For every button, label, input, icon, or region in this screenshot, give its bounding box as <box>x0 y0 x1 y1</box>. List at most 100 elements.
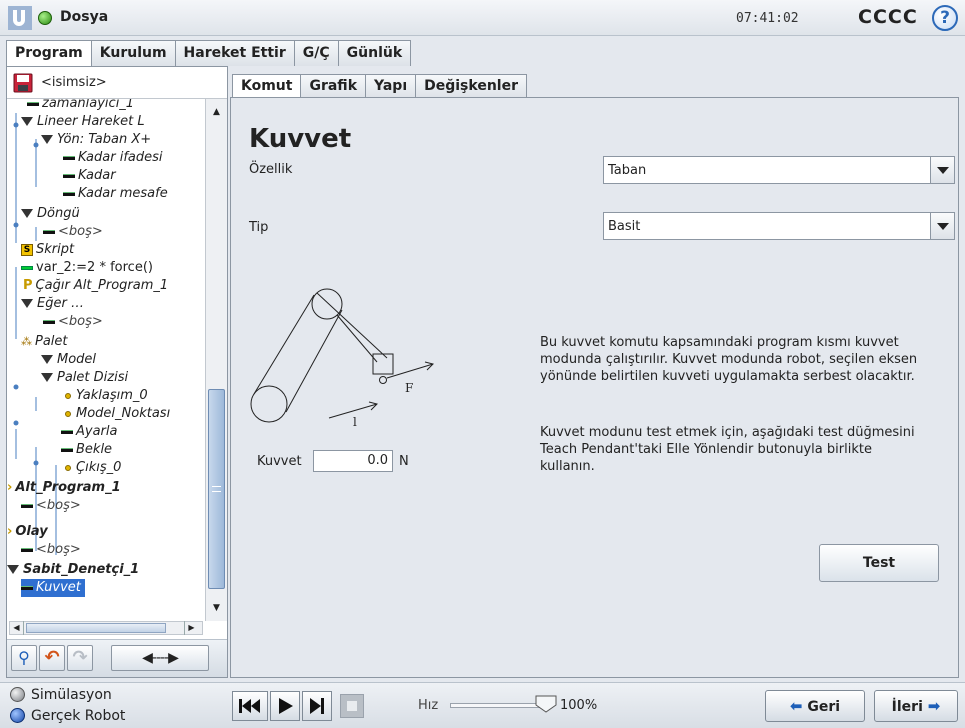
scroll-left-icon[interactable]: ◀ <box>10 621 24 635</box>
scroll-up-icon[interactable]: ▲ <box>206 103 227 121</box>
tree-node-movel[interactable]: Lineer Hareket L <box>21 113 145 131</box>
save-icon[interactable] <box>13 73 33 93</box>
tree-node-force-selected[interactable]: Kuvvet <box>21 579 85 597</box>
simulation-mode-option[interactable]: Simülasyon <box>10 687 112 703</box>
tree-node-subprogram[interactable]: › Alt_Program_1 <box>7 479 121 497</box>
tree-node-until-expression[interactable]: Kadar ifadesi <box>63 149 163 167</box>
tab-variables[interactable]: Değişkenler <box>415 74 527 98</box>
step-button[interactable] <box>302 691 332 721</box>
command-panel: Kuvvet Özellik Taban Tip Basit F l Kuvve… <box>230 97 959 678</box>
undo-icon[interactable]: ↶ <box>39 645 65 671</box>
program-tree[interactable]: zamanlayıcı_1 Lineer Hareket L Yön: Taba… <box>7 99 207 635</box>
chevron-down-icon[interactable] <box>930 213 954 239</box>
tree-node-empty[interactable]: <boş> <box>43 313 103 331</box>
assignment-icon <box>63 191 75 196</box>
simulation-label: Simülasyon <box>31 687 112 703</box>
tree-node-pallet-sequence[interactable]: Palet Dizisi <box>41 369 128 387</box>
tab-structure[interactable]: Yapı <box>365 74 417 98</box>
speed-slider-track[interactable] <box>450 703 546 708</box>
description-text: Bu kuvvet komutu kapsamındaki program kı… <box>540 335 918 384</box>
type-dropdown[interactable]: Basit <box>603 212 955 240</box>
clock: 07:41:02 <box>736 11 799 26</box>
program-header: <isimsiz> <box>7 67 227 99</box>
back-button[interactable]: ⬅ Geri <box>765 690 865 722</box>
tree-node-pattern[interactable]: Model <box>41 351 96 369</box>
force-input[interactable]: 0.0 <box>313 450 393 472</box>
tree-node-thread[interactable]: Sabit_Denetçi_1 <box>7 561 139 579</box>
page-title: Kuvvet <box>249 124 352 154</box>
assignment-icon <box>43 229 55 234</box>
tree-node-empty[interactable]: <boş> <box>21 541 81 559</box>
tree-node-loop[interactable]: Döngü <box>21 205 80 223</box>
script-icon: S <box>21 243 33 256</box>
expand-triangle-icon <box>21 117 33 126</box>
speed-value: 100% <box>560 698 598 713</box>
expand-triangle-icon <box>7 565 19 574</box>
search-icon[interactable]: ⚲ <box>11 645 37 671</box>
scroll-thumb[interactable] <box>26 623 166 633</box>
tab-program[interactable]: Program <box>6 40 92 67</box>
tab-io[interactable]: G/Ç <box>293 40 339 66</box>
tree-node-set[interactable]: Ayarla <box>61 423 117 441</box>
stop-button[interactable] <box>340 694 364 718</box>
test-button[interactable]: Test <box>819 544 939 582</box>
tree-node-call-subprogram[interactable]: P Çağır Alt_Program_1 <box>23 277 168 295</box>
assignment-icon <box>21 503 33 508</box>
top-bar: Dosya 07:41:02 CCCC ? <box>0 0 965 36</box>
simulation-radio-icon[interactable] <box>10 687 25 702</box>
tree-toolbar: ⚲ ↶ ↷ ◀----▶ <box>7 639 227 677</box>
real-robot-mode-option[interactable]: Gerçek Robot <box>10 708 125 724</box>
real-robot-label: Gerçek Robot <box>31 708 126 724</box>
assignment-icon <box>61 429 73 434</box>
stop-icon <box>347 701 357 711</box>
tab-command[interactable]: Komut <box>232 74 302 99</box>
tab-move[interactable]: Hareket Ettir <box>174 40 295 66</box>
redo-icon[interactable]: ↷ <box>67 645 93 671</box>
scroll-down-icon[interactable]: ▼ <box>206 599 227 617</box>
skip-back-icon <box>239 699 260 713</box>
assignment-icon <box>21 547 33 552</box>
expand-triangle-icon <box>41 135 53 144</box>
real-robot-radio-icon[interactable] <box>10 708 25 723</box>
tab-log[interactable]: Günlük <box>337 40 412 66</box>
tree-node-empty[interactable]: <boş> <box>43 223 103 241</box>
assignment-icon <box>61 447 73 452</box>
expand-triangle-icon <box>41 355 53 364</box>
tree-node-exit[interactable]: Çıkış_0 <box>63 459 121 477</box>
tree-node-pallet[interactable]: ⁂ Palet <box>21 333 68 351</box>
tree-node-direction[interactable]: Yön: Taban X+ <box>41 131 151 149</box>
tree-horizontal-scrollbar[interactable]: ◀ ▶ <box>9 621 203 635</box>
tree-node-event[interactable]: › Olay <box>7 523 48 541</box>
subprogram-icon: › <box>7 480 13 495</box>
file-menu[interactable]: Dosya <box>60 9 108 25</box>
tree-node-timer[interactable]: zamanlayıcı_1 <box>27 99 134 113</box>
tree-node-if[interactable]: Eğer … <box>21 295 84 313</box>
tree-node-wait[interactable]: Bekle <box>61 441 112 459</box>
robot-status-icon <box>38 11 52 25</box>
tree-node-approach[interactable]: Yaklaşım_0 <box>63 387 148 405</box>
tree-node-empty[interactable]: <boş> <box>21 497 81 515</box>
feature-dropdown[interactable]: Taban <box>603 156 955 184</box>
tree-node-pattern-point[interactable]: Model_Noktası <box>63 405 170 423</box>
next-button[interactable]: İleri ➡ <box>874 690 958 722</box>
expand-triangle-icon <box>21 209 33 218</box>
move-node-button[interactable]: ◀----▶ <box>111 645 209 671</box>
waypoint-icon <box>65 410 71 417</box>
tab-installation[interactable]: Kurulum <box>90 40 176 66</box>
tree-node-until[interactable]: Kadar <box>63 167 116 185</box>
tree-node-script[interactable]: S Skript <box>21 241 74 259</box>
scroll-thumb[interactable] <box>208 389 225 589</box>
ur-logo-icon <box>8 6 32 30</box>
tree-node-until-distance[interactable]: Kadar mesafe <box>63 185 168 203</box>
tab-graphics[interactable]: Grafik <box>300 74 366 98</box>
command-tabs: Komut Grafik Yapı Değişkenler <box>232 74 527 99</box>
speed-slider-knob[interactable] <box>535 695 557 713</box>
tree-node-assignment[interactable]: var_2:=2 * force() <box>21 259 153 277</box>
chevron-down-icon[interactable] <box>930 157 954 183</box>
tree-vertical-scrollbar[interactable]: ▲ ▼ <box>205 99 227 621</box>
arrow-left-icon: ⬅ <box>789 697 803 715</box>
go-to-start-button[interactable] <box>232 691 268 721</box>
play-button[interactable] <box>270 691 300 721</box>
scroll-right-icon[interactable]: ▶ <box>184 621 198 635</box>
help-icon[interactable]: ? <box>932 5 958 31</box>
